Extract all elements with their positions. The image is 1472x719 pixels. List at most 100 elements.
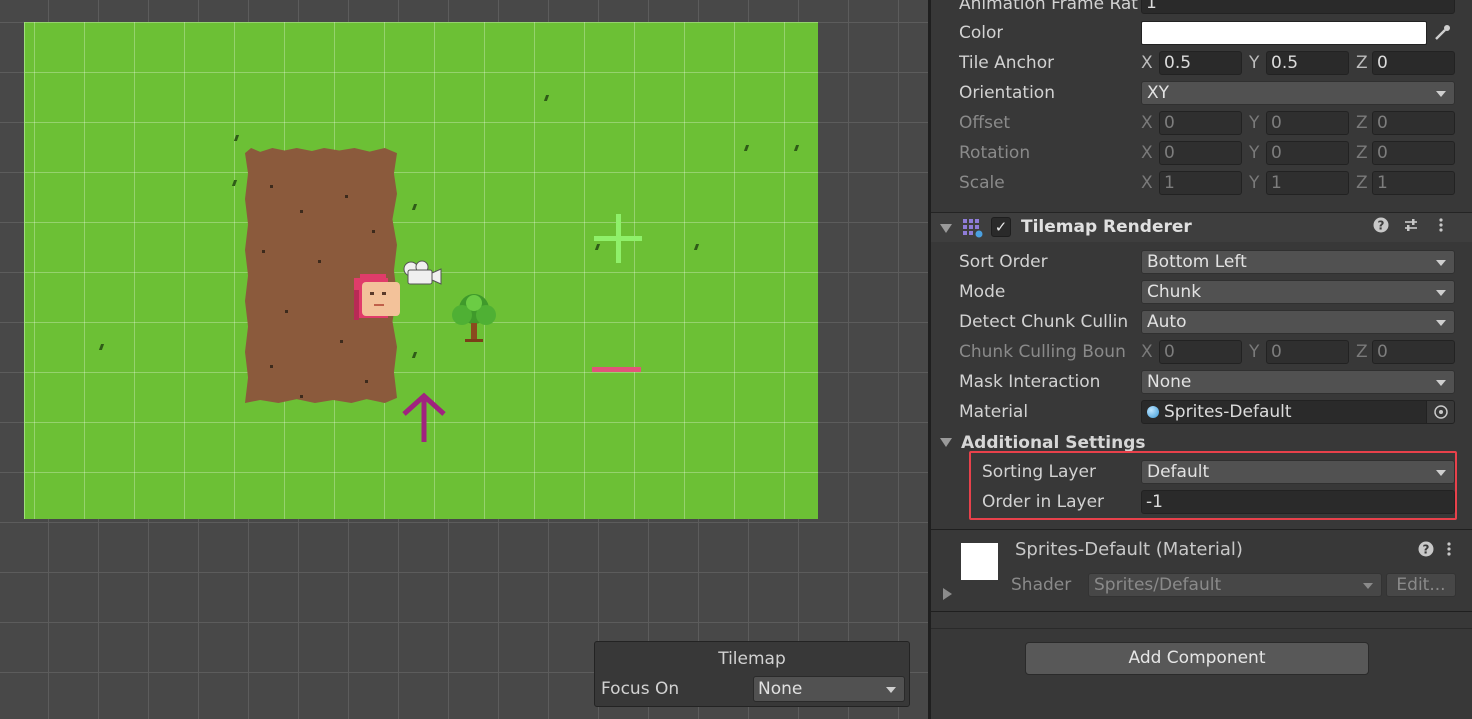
rotation-z-field: 0 (1372, 141, 1455, 165)
tile-anchor-z-field[interactable]: 0 (1372, 51, 1455, 75)
tilemap-renderer-header[interactable]: ✓ Tilemap Renderer ? (931, 212, 1472, 242)
chunk-bounds-z-field: 0 (1372, 340, 1455, 364)
overlay-title: Tilemap (718, 649, 786, 669)
tile-anchor-y-field[interactable]: 0.5 (1266, 51, 1349, 75)
chunk-bounds-y-field: 0 (1266, 340, 1349, 364)
camera-gizmo-icon[interactable] (400, 257, 442, 287)
mask-interaction-label: Mask Interaction (959, 372, 1101, 392)
tile-anchor-z-axis: Z (1356, 53, 1368, 73)
svg-text:?: ? (1423, 543, 1430, 557)
chunk-culling-bounds-label: Chunk Culling Boun (959, 342, 1126, 362)
preset-sliders-icon[interactable] (1401, 217, 1421, 237)
material-label: Material (959, 402, 1029, 422)
focus-on-value: None (758, 679, 803, 699)
mask-interaction-value: None (1147, 372, 1192, 392)
focus-on-dropdown[interactable]: None (753, 676, 905, 702)
dirt-speck (365, 380, 368, 383)
material-help-icon[interactable]: ? (1416, 541, 1436, 561)
offset-label: Offset (959, 113, 1011, 133)
chunk-bounds-y-axis: Y (1249, 342, 1260, 362)
tilemap-renderer-icon (963, 219, 983, 238)
dirt-speck (345, 195, 348, 198)
material-preview-swatch (961, 543, 998, 580)
dirt-speck (340, 340, 343, 343)
additional-settings-title[interactable]: Additional Settings (961, 433, 1146, 453)
material-icon (1147, 406, 1159, 418)
scale-x-field: 1 (1159, 171, 1242, 195)
move-up-arrow-icon[interactable] (400, 392, 448, 444)
material-kebab-menu-icon[interactable] (1439, 541, 1459, 561)
foldout-open-icon[interactable] (940, 224, 952, 233)
eyedropper-icon[interactable] (1432, 23, 1452, 43)
chevron-down-icon (1436, 260, 1446, 266)
scale-x-axis: X (1141, 173, 1153, 193)
svg-text:?: ? (1378, 219, 1385, 233)
minus-gizmo (592, 367, 641, 372)
tile-anchor-y-axis: Y (1249, 53, 1260, 73)
detect-chunk-culling-label: Detect Chunk Cullin (959, 312, 1129, 332)
material-preview-title: Sprites-Default (Material) (1015, 539, 1243, 560)
orientation-value: XY (1147, 83, 1170, 103)
chevron-down-icon (1436, 91, 1446, 97)
mask-interaction-dropdown[interactable]: None (1141, 370, 1455, 394)
offset-z-field: 0 (1372, 111, 1455, 135)
player-sprite[interactable] (352, 272, 404, 322)
rotation-y-field: 0 (1266, 141, 1349, 165)
kebab-menu-icon[interactable] (1431, 217, 1451, 237)
tree-sprite[interactable] (448, 291, 500, 345)
color-swatch-field[interactable] (1141, 21, 1427, 45)
material-object-field[interactable]: Sprites-Default (1141, 400, 1455, 424)
inspector-panel: Animation Frame Rat 1 Color Tile Anchor … (931, 0, 1472, 719)
dirt-speck (270, 185, 273, 188)
mode-value: Chunk (1147, 282, 1202, 302)
chunk-bounds-x-axis: X (1141, 342, 1153, 362)
tile-anchor-label: Tile Anchor (959, 53, 1055, 73)
edit-shader-button[interactable]: Edit... (1386, 573, 1456, 597)
chevron-down-icon (1363, 583, 1373, 589)
offset-y-axis: Y (1249, 113, 1260, 133)
rotation-x-field: 0 (1159, 141, 1242, 165)
scale-z-field: 1 (1372, 171, 1455, 195)
scale-z-axis: Z (1356, 173, 1368, 193)
offset-z-axis: Z (1356, 113, 1368, 133)
plus-gizmo-vertical (616, 214, 621, 263)
animation-frame-rate-field[interactable]: 1 (1141, 0, 1455, 14)
detect-chunk-culling-dropdown[interactable]: Auto (1141, 310, 1455, 334)
orientation-dropdown[interactable]: XY (1141, 81, 1455, 105)
scale-label: Scale (959, 173, 1005, 193)
chevron-down-icon (1436, 380, 1446, 386)
detect-chunk-culling-value: Auto (1147, 312, 1187, 332)
offset-x-field: 0 (1159, 111, 1242, 135)
dirt-speck (285, 310, 288, 313)
mode-label: Mode (959, 282, 1006, 302)
sort-order-dropdown[interactable]: Bottom Left (1141, 250, 1455, 274)
scale-y-field: 1 (1266, 171, 1349, 195)
divider (931, 628, 1472, 629)
dirt-speck (270, 365, 273, 368)
object-picker-icon[interactable] (1426, 401, 1454, 423)
dirt-speck (318, 260, 321, 263)
offset-y-field: 0 (1266, 111, 1349, 135)
tile-anchor-x-field[interactable]: 0.5 (1159, 51, 1242, 75)
tilemap-renderer-enabled-checkbox[interactable]: ✓ (991, 217, 1011, 237)
chunk-bounds-z-axis: Z (1356, 342, 1368, 362)
add-component-button[interactable]: Add Component (1025, 642, 1369, 675)
focus-on-label: Focus On (601, 679, 680, 699)
animation-frame-rate-label: Animation Frame Rat (959, 0, 1138, 14)
shader-dropdown[interactable]: Sprites/Default (1088, 573, 1382, 597)
sort-order-value: Bottom Left (1147, 252, 1247, 272)
additional-settings-foldout-icon[interactable] (940, 438, 952, 447)
chunk-bounds-x-field: 0 (1159, 340, 1242, 364)
shader-label: Shader (1011, 575, 1072, 595)
help-icon[interactable]: ? (1371, 217, 1391, 237)
dirt-speck (300, 395, 303, 398)
material-foldout-icon[interactable] (943, 588, 952, 600)
tilemap-focus-panel: Tilemap Focus On None (594, 641, 910, 707)
orientation-label: Orientation (959, 83, 1055, 103)
mode-dropdown[interactable]: Chunk (1141, 280, 1455, 304)
dirt-speck (372, 230, 375, 233)
scene-view[interactable]: Tilemap Focus On None (0, 0, 928, 719)
material-value: Sprites-Default (1164, 402, 1292, 422)
tilemap-renderer-title: Tilemap Renderer (1021, 217, 1192, 237)
divider (931, 611, 1472, 612)
